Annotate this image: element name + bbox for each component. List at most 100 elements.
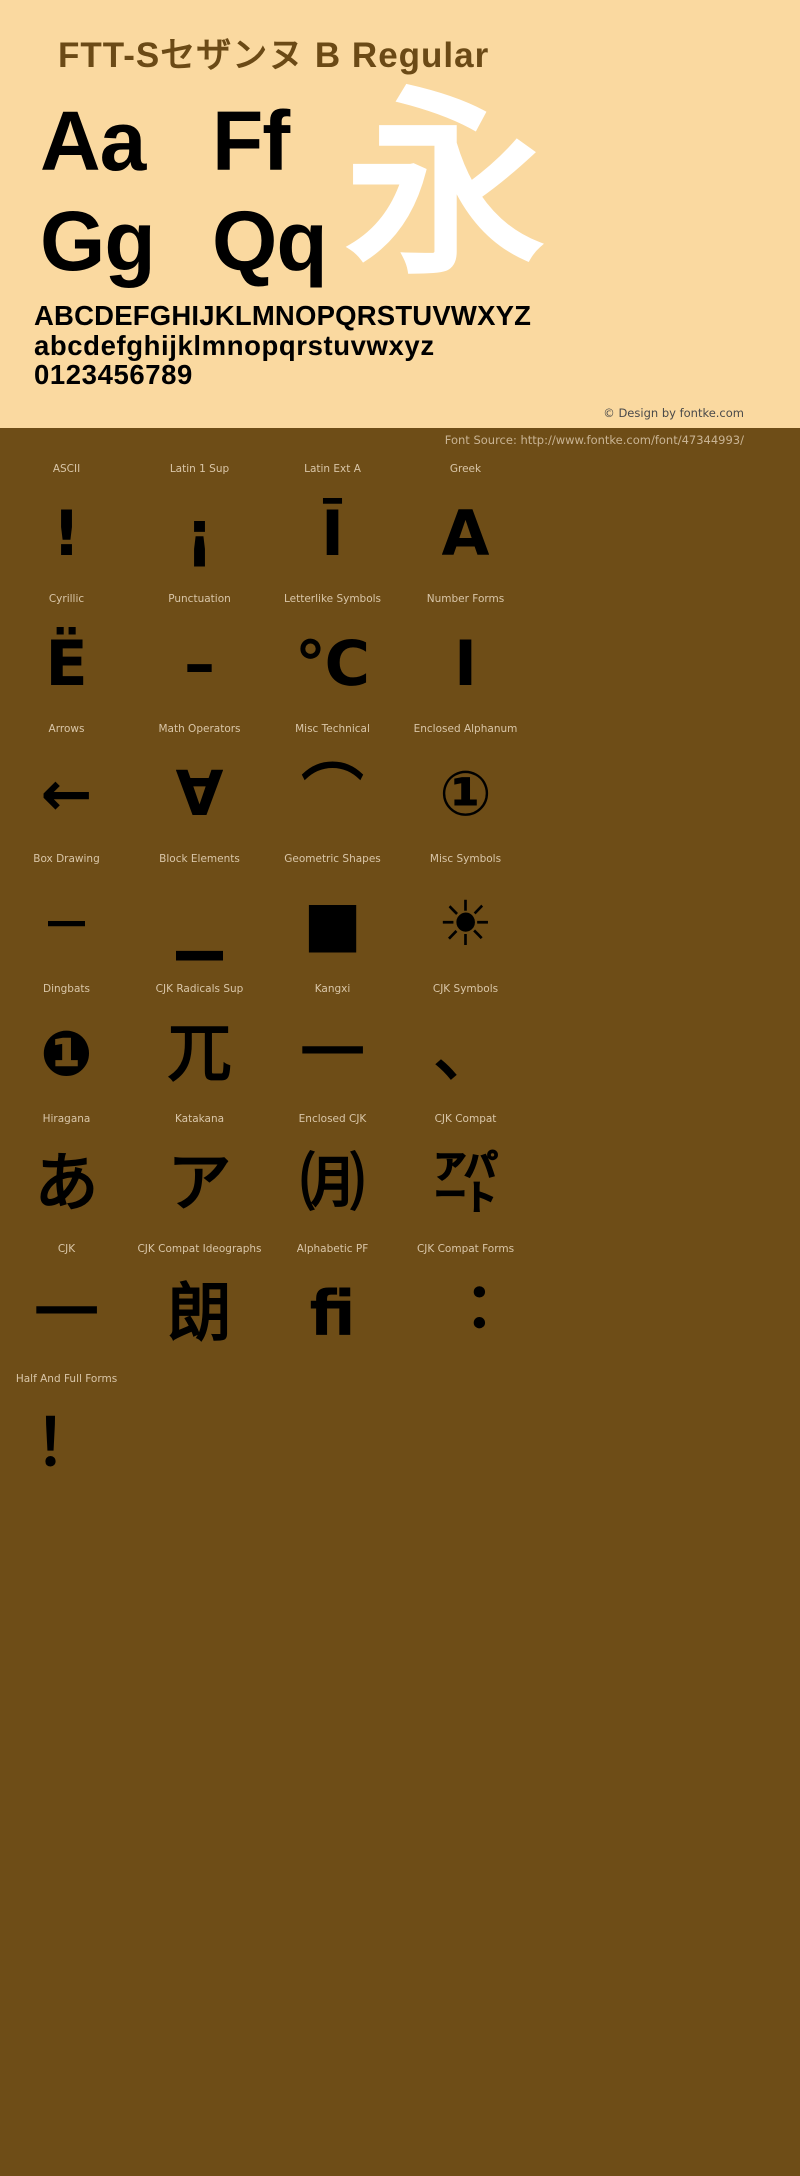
- unicode-block-cell[interactable]: CJK Compat Forms ︓: [399, 1240, 532, 1370]
- unicode-block-cell[interactable]: Latin Ext A Ī: [266, 460, 399, 590]
- unicode-block-glyph: 、: [433, 1017, 498, 1092]
- unicode-block-cell[interactable]: Half And Full Forms ！: [0, 1370, 133, 1500]
- unicode-block-label: CJK Symbols: [432, 983, 499, 996]
- unicode-block-label: Arrows: [48, 723, 85, 736]
- digit-row: 0123456789: [34, 359, 193, 391]
- unicode-block-glyph: Ī: [320, 497, 345, 571]
- unicode-block-cell[interactable]: CJK Compat ㌀: [399, 1110, 532, 1240]
- unicode-block-label: Misc Technical: [295, 723, 370, 736]
- grid-spacer: [266, 1370, 399, 1500]
- unicode-block-glyph: ！: [34, 1407, 99, 1482]
- letter-pair-gg: Gg: [40, 194, 156, 288]
- unicode-block-label: Alphabetic PF: [296, 1243, 369, 1256]
- lowercase-alphabet: abcdefghijklmnopqrstuvwxyz: [34, 329, 435, 361]
- unicode-block-cell[interactable]: Punctuation –: [133, 590, 266, 720]
- unicode-block-label: Kangxi: [314, 983, 351, 996]
- unicode-block-cell[interactable]: Enclosed CJK ㈪: [266, 1110, 399, 1240]
- unicode-block-row: Cyrillic Ё Punctuation – Letterlike Symbols ℃…: [0, 590, 576, 720]
- unicode-block-cell[interactable]: Math Operators ∀: [133, 720, 266, 850]
- unicode-block-cell[interactable]: Hiragana あ: [0, 1110, 133, 1240]
- letter-pair-ff: Ff: [212, 94, 290, 188]
- unicode-block-glyph: ❶: [40, 1017, 93, 1091]
- page-title: FTT-Sセザンヌ B Regular: [58, 36, 490, 75]
- uppercase-alphabet: ABCDEFGHIJKLMNOPQRSTUVWXYZ: [34, 300, 532, 331]
- unicode-block-glyph: ─: [47, 887, 86, 961]
- letter-pair-aa: Aa: [40, 94, 146, 188]
- unicode-block-cell[interactable]: CJK Symbols 、: [399, 980, 532, 1110]
- unicode-block-glyph: 一: [300, 1017, 365, 1092]
- unicode-block-row: Dingbats ❶ CJK Radicals Sup 兀 Kangxi 一 CJK Sym…: [0, 980, 576, 1110]
- unicode-block-cell[interactable]: Geometric Shapes ■: [266, 850, 399, 980]
- grid-spacer: [133, 1370, 266, 1500]
- unicode-block-cell[interactable]: Cyrillic Ё: [0, 590, 133, 720]
- unicode-block-label: Dingbats: [42, 983, 90, 996]
- unicode-block-cell[interactable]: Kangxi 一: [266, 980, 399, 1110]
- unicode-block-glyph: 兀: [167, 1017, 232, 1092]
- unicode-block-row: Arrows ← Math Operators ∀ Misc Technical ⌒ Enc…: [0, 720, 576, 850]
- unicode-block-label: Latin 1 Sup: [169, 463, 230, 476]
- unicode-block-row: ASCII! Latin 1 Sup ¡ Latin Ext A Ī Greek Α: [0, 460, 576, 590]
- unicode-block-cell[interactable]: Enclosed Alphanum ①: [399, 720, 532, 850]
- unicode-block-glyph: ﬁ: [309, 1277, 356, 1351]
- unicode-block-label: ASCII: [52, 463, 81, 476]
- specimen-hero-panel: FTT-Sセザンヌ B Regular Aa Ff Gg Qq 永 ABCDEF…: [0, 0, 800, 429]
- unicode-block-glyph: ¡: [185, 497, 214, 571]
- design-credit: © Design by fontke.com: [603, 406, 744, 421]
- unicode-block-glyph: ←: [40, 757, 93, 831]
- unicode-block-glyph: ■: [303, 887, 362, 961]
- font-source-link[interactable]: Font Source: http://www.fontke.com/font/…: [0, 428, 800, 455]
- unicode-block-glyph: Ⅰ: [453, 627, 478, 701]
- unicode-block-cell[interactable]: Block Elements ▁: [133, 850, 266, 980]
- unicode-block-label: Number Forms: [426, 593, 505, 606]
- unicode-block-label: Hiragana: [42, 1113, 91, 1126]
- unicode-block-cell[interactable]: Dingbats ❶: [0, 980, 133, 1110]
- font-specimen-page: FTT-Sセザンヌ B Regular Aa Ff Gg Qq 永 ABCDEF…: [0, 0, 800, 2176]
- unicode-block-cell[interactable]: CJK Compat Ideographs 朗: [133, 1240, 266, 1370]
- unicode-block-row: Box Drawing ─ Block Elements ▁ Geometric Sha…: [0, 850, 576, 980]
- unicode-block-glyph: ⌒: [301, 757, 364, 831]
- unicode-block-glyph: ☀: [437, 887, 494, 961]
- unicode-block-glyph: ∀: [175, 757, 224, 831]
- unicode-block-cell[interactable]: Misc Technical ⌒: [266, 720, 399, 850]
- unicode-block-label: CJK: [57, 1243, 76, 1256]
- unicode-block-cell[interactable]: Misc Symbols ☀: [399, 850, 532, 980]
- unicode-block-cell[interactable]: Latin 1 Sup ¡: [133, 460, 266, 590]
- unicode-block-glyph: ℃: [294, 627, 371, 701]
- unicode-block-cell[interactable]: Greek Α: [399, 460, 532, 590]
- unicode-block-label: CJK Compat: [434, 1113, 497, 1126]
- unicode-block-label: Punctuation: [168, 593, 231, 606]
- unicode-block-cell[interactable]: Arrows ←: [0, 720, 133, 850]
- unicode-block-label: Math Operators: [158, 723, 241, 736]
- unicode-block-label: Letterlike Symbols: [283, 593, 382, 606]
- unicode-block-glyph: ㌀: [433, 1147, 498, 1222]
- unicode-block-cell[interactable]: Box Drawing ─: [0, 850, 133, 980]
- unicode-block-label: Latin Ext A: [304, 463, 361, 476]
- unicode-block-cell[interactable]: ASCII!: [0, 460, 133, 590]
- unicode-block-cell[interactable]: Number Forms Ⅰ: [399, 590, 532, 720]
- unicode-block-glyph: あ: [34, 1147, 99, 1222]
- unicode-block-cell[interactable]: Katakana ア: [133, 1110, 266, 1240]
- unicode-block-glyph: Α: [441, 497, 490, 571]
- unicode-block-glyph: 朗: [167, 1277, 232, 1352]
- unicode-block-glyph: 一: [34, 1277, 99, 1352]
- unicode-block-glyph: ▁: [175, 887, 224, 961]
- unicode-block-glyph: Ё: [45, 627, 88, 701]
- unicode-block-row: CJK 一 CJK Compat Ideographs 朗 Alphabetic PF ﬁ…: [0, 1240, 576, 1370]
- unicode-block-cell[interactable]: CJK 一: [0, 1240, 133, 1370]
- unicode-block-cell[interactable]: Letterlike Symbols ℃: [266, 590, 399, 720]
- unicode-block-cell[interactable]: CJK Radicals Sup 兀: [133, 980, 266, 1110]
- unicode-block-glyph: !: [52, 497, 81, 571]
- unicode-block-label: Half And Full Forms: [15, 1373, 118, 1386]
- unicode-block-glyph: ①: [439, 757, 492, 831]
- cjk-sample-glyph: 永: [345, 70, 546, 303]
- unicode-block-label: Box Drawing: [33, 853, 100, 866]
- unicode-block-label: Cyrillic: [48, 593, 85, 606]
- unicode-block-label: Enclosed CJK: [298, 1113, 367, 1126]
- letter-pair-grid: Aa Ff Gg Qq 永: [0, 87, 800, 299]
- unicode-block-label: CJK Radicals Sup: [155, 983, 244, 996]
- unicode-block-label: CJK Compat Forms: [416, 1243, 515, 1256]
- unicode-block-label: Katakana: [174, 1113, 225, 1126]
- unicode-block-label: Geometric Shapes: [284, 853, 381, 866]
- unicode-block-cell[interactable]: Alphabetic PF ﬁ: [266, 1240, 399, 1370]
- unicode-block-label: Misc Symbols: [429, 853, 502, 866]
